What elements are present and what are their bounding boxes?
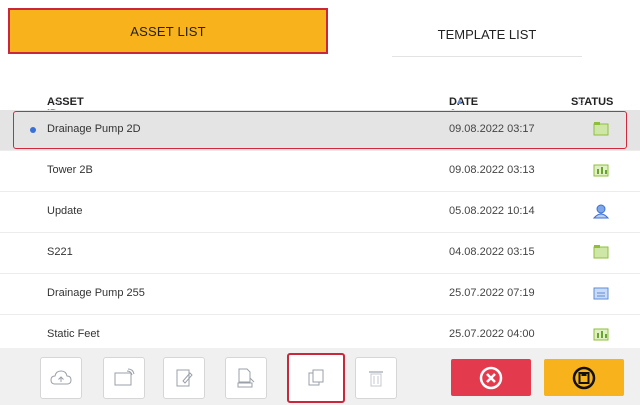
cloud-upload-button[interactable] <box>40 357 82 399</box>
sort-icon: ◇ <box>53 96 60 106</box>
person-blue-icon <box>592 204 610 219</box>
tab-asset-list[interactable]: ASSET LIST <box>8 8 328 54</box>
table-row[interactable]: Drainage Pump 255 25.07.2022 07:19 <box>0 274 640 315</box>
asset-id-cell: Tower 2B <box>47 164 93 176</box>
folder-green-icon <box>593 245 609 259</box>
folder-chart-icon <box>593 328 609 341</box>
tab-divider <box>392 56 582 57</box>
trash-icon <box>369 371 383 387</box>
folder-green-icon <box>593 122 609 136</box>
asset-id-cell: S221 <box>47 246 73 258</box>
asset-id-cell: Static Feet <box>47 328 100 340</box>
cancel-button[interactable] <box>451 359 531 396</box>
save-circle-icon <box>572 366 596 389</box>
tab-template-list[interactable]: TEMPLATE LIST <box>392 12 582 56</box>
delete-button[interactable] <box>355 357 397 399</box>
date-time-cell: 05.08.2022 10:14 <box>449 205 535 217</box>
asset-id-cell: Drainage Pump 255 <box>47 287 145 299</box>
edit-document-icon <box>176 369 193 387</box>
asset-id-cell: Update <box>47 205 83 217</box>
selected-indicator-icon <box>30 127 36 133</box>
date-time-cell: 25.07.2022 04:00 <box>449 328 535 340</box>
folder-chart-icon <box>593 164 609 177</box>
date-time-cell: 25.07.2022 07:19 <box>449 287 535 299</box>
date-time-cell: 04.08.2022 03:15 <box>449 246 535 258</box>
date-time-cell: 09.08.2022 03:13 <box>449 164 535 176</box>
copy-icon <box>308 369 324 386</box>
asset-table: Drainage Pump 2D 09.08.2022 03:17 Tower … <box>0 110 640 356</box>
sort-icon: ◇ <box>577 96 584 106</box>
table-row[interactable]: S221 04.08.2022 03:15 <box>0 233 640 274</box>
copy-button[interactable] <box>287 353 345 403</box>
print-report-button[interactable] <box>225 357 267 399</box>
tab-bar: ASSET LIST TEMPLATE LIST <box>0 0 640 68</box>
table-row[interactable]: Tower 2B 09.08.2022 03:13 <box>0 151 640 192</box>
folder-blue-icon <box>593 287 609 300</box>
cloud-upload-icon <box>50 370 72 385</box>
table-row[interactable]: Drainage Pump 2D 09.08.2022 03:17 <box>0 110 640 151</box>
table-header: ASSET ID◇ DATE & TIME▲ STATUS◇ <box>0 80 640 132</box>
sort-asc-icon: ▲ <box>455 96 464 106</box>
close-circle-icon <box>479 366 503 389</box>
asset-id-cell: Drainage Pump 2D <box>47 123 141 135</box>
edit-button[interactable] <box>163 357 205 399</box>
date-time-cell: 09.08.2022 03:17 <box>449 123 535 135</box>
bottom-toolbar <box>0 348 640 405</box>
save-button[interactable] <box>544 359 624 396</box>
wireless-export-icon <box>114 368 135 386</box>
share-button[interactable] <box>103 357 145 399</box>
report-icon <box>237 368 255 388</box>
table-row[interactable]: Update 05.08.2022 10:14 <box>0 192 640 233</box>
